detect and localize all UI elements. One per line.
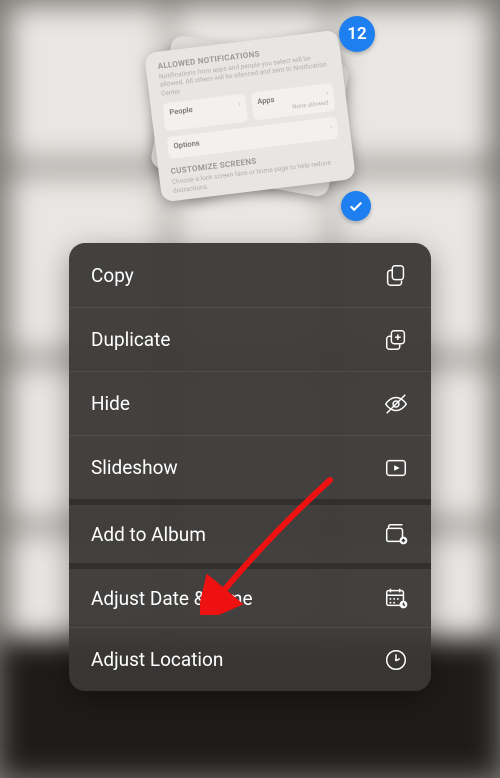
menu-label: Slideshow (91, 456, 178, 479)
menu-item-slideshow[interactable]: Slideshow (69, 435, 431, 499)
selected-photos-stack[interactable]: ALLOWED NOTIFICATIONS Notifications from… (135, 18, 365, 213)
selected-checkmark-badge (341, 191, 371, 221)
menu-item-adjust-location[interactable]: Adjust Location (69, 627, 431, 691)
copy-icon (383, 262, 409, 288)
menu-item-hide[interactable]: Hide (69, 371, 431, 435)
selection-count-badge: 12 (339, 16, 375, 52)
duplicate-icon (383, 327, 409, 353)
menu-label: Hide (91, 392, 130, 415)
preview-tile-people: People› (162, 93, 247, 131)
photo-context-menu: Copy Duplicate Hide Slideshow Add to Alb… (69, 243, 431, 691)
menu-item-duplicate[interactable]: Duplicate (69, 307, 431, 371)
eye-slash-icon (383, 391, 409, 417)
menu-label: Duplicate (91, 328, 170, 351)
album-plus-icon (383, 521, 409, 547)
menu-label: Adjust Location (91, 648, 223, 671)
location-pin-circle-icon (383, 647, 409, 673)
preview-tile-apps: Apps› None allowed (250, 83, 335, 121)
calendar-clock-icon (383, 585, 409, 611)
menu-label: Add to Album (91, 523, 206, 546)
menu-item-add-to-album[interactable]: Add to Album (69, 499, 431, 563)
menu-label: Copy (91, 264, 134, 287)
menu-label: Adjust Date & Time (91, 587, 253, 610)
stack-card-front: ALLOWED NOTIFICATIONS Notifications from… (144, 29, 356, 202)
play-rect-icon (383, 455, 409, 481)
menu-item-adjust-date-time[interactable]: Adjust Date & Time (69, 563, 431, 627)
menu-item-copy[interactable]: Copy (69, 243, 431, 307)
